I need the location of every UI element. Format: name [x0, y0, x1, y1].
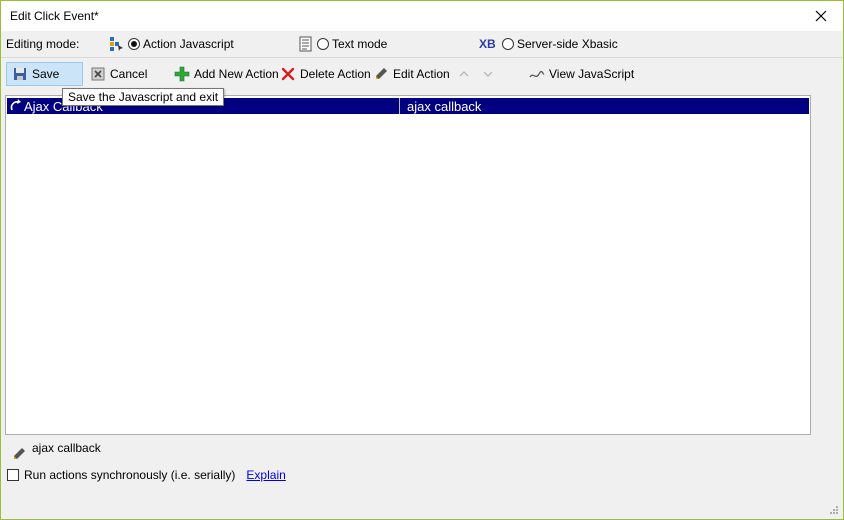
window-title: Edit Click Event* [10, 9, 99, 23]
action-description-cell: ajax callback [407, 99, 482, 114]
radio-text-mode[interactable] [317, 38, 329, 50]
move-down-button[interactable] [475, 62, 501, 86]
xbasic-icon: XB [479, 37, 496, 51]
mode-option-label: Server-side Xbasic [517, 37, 618, 51]
view-javascript-label: View JavaScript [549, 67, 635, 81]
mode-option-server-side-xbasic[interactable]: XB Server-side Xbasic [479, 35, 618, 53]
current-action-edit-button[interactable] [11, 441, 27, 461]
edit-action-label: Edit Action [393, 67, 450, 81]
explain-link[interactable]: Explain [246, 468, 285, 482]
editing-mode-row: Editing mode: Action Javascript Text mod… [1, 33, 843, 55]
actions-list[interactable]: Ajax Callback ajax callback [5, 95, 811, 435]
mode-option-label: Action Javascript [143, 37, 234, 51]
radio-action-javascript[interactable] [128, 38, 140, 50]
current-action-label: ajax callback [32, 441, 101, 455]
action-javascript-icon [110, 37, 123, 51]
view-javascript-icon [529, 70, 545, 78]
floppy-disk-icon [14, 68, 26, 80]
delete-action-button[interactable]: Delete Action [275, 62, 376, 86]
cancel-icon [91, 67, 105, 81]
edit-action-button[interactable]: Edit Action [368, 62, 455, 86]
cancel-label: Cancel [110, 67, 148, 81]
view-javascript-button[interactable]: View JavaScript [524, 62, 639, 86]
text-mode-icon [299, 36, 312, 52]
pencil-icon [14, 448, 25, 459]
mode-option-action-javascript[interactable]: Action Javascript [109, 35, 234, 53]
edit-click-event-window: Edit Click Event* Editing mode: Action J… [0, 0, 844, 520]
add-new-action-label: Add New Action [194, 67, 279, 81]
delete-x-icon [281, 67, 295, 81]
mode-option-label: Text mode [332, 37, 388, 51]
delete-action-label: Delete Action [300, 67, 371, 81]
chevron-up-icon [459, 71, 469, 77]
toolbar: Save Cancel Add New Action Delete Action [1, 59, 843, 89]
editing-mode-label: Editing mode: [6, 37, 80, 51]
pencil-icon [376, 68, 387, 79]
run-synchronously-checkbox[interactable] [7, 469, 19, 481]
chevron-down-icon [483, 71, 493, 77]
run-synchronously-label: Run actions synchronously (i.e. serially… [24, 468, 236, 482]
plus-icon [174, 66, 190, 82]
move-up-button[interactable] [451, 62, 477, 86]
close-icon [815, 10, 827, 22]
save-button[interactable]: Save [6, 62, 83, 86]
column-divider [399, 98, 400, 114]
save-label: Save [32, 67, 60, 81]
save-tooltip: Save the Javascript and exit [62, 88, 225, 106]
mode-option-text-mode[interactable]: Text mode [298, 35, 387, 53]
add-new-action-button[interactable]: Add New Action [169, 62, 284, 86]
toolbar-divider [1, 57, 843, 58]
radio-server-side-xbasic[interactable] [502, 38, 514, 50]
cancel-button[interactable]: Cancel [85, 62, 152, 86]
title-bar: Edit Click Event* [1, 1, 843, 31]
ajax-callback-icon [10, 99, 21, 111]
close-button[interactable] [799, 1, 843, 31]
run-synchronously-row: Run actions synchronously (i.e. serially… [7, 468, 286, 482]
resize-grip-icon[interactable] [829, 505, 839, 515]
